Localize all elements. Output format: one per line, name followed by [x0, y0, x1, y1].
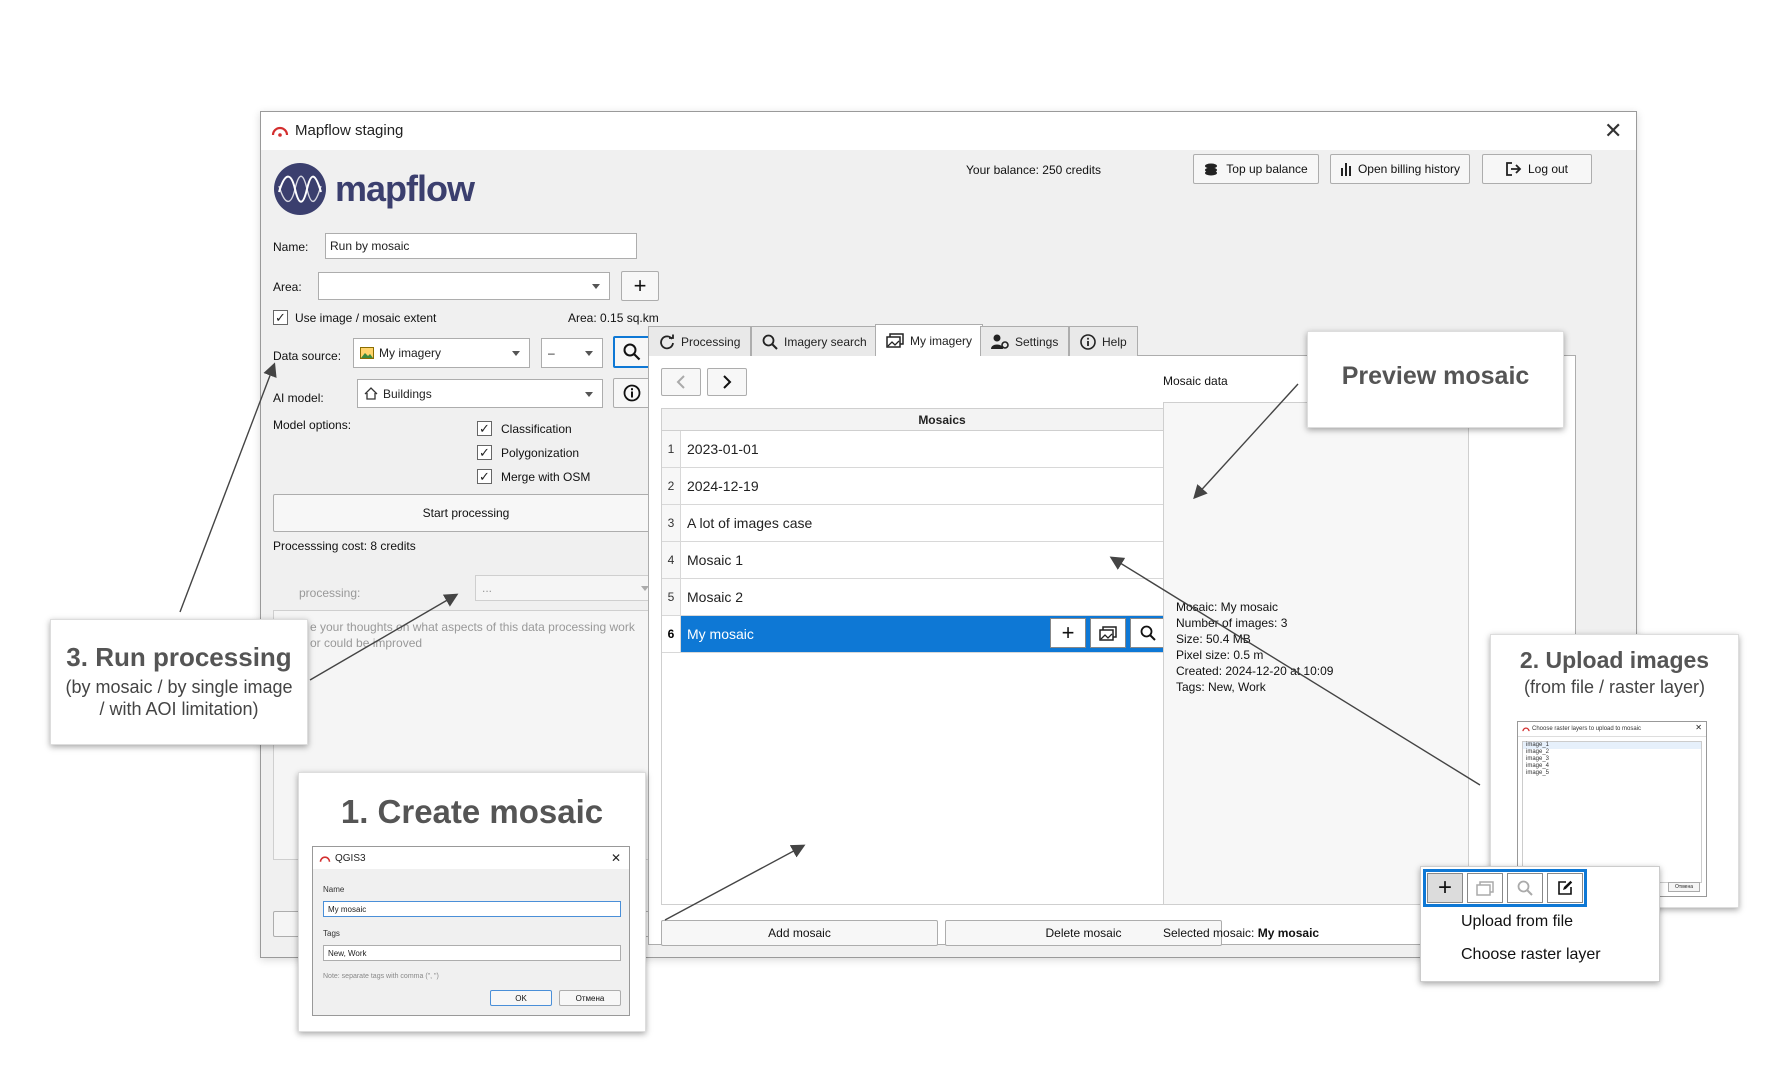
raster-layer-list: image_1 image_2 image_3 image_4 image_5 — [1522, 741, 1702, 883]
dialog-cancel-label: Отмена — [575, 993, 605, 1003]
choose-raster-title-bar: Choose raster layers to upload to mosaic… — [1518, 722, 1706, 737]
choose-raster-title: Choose raster layers to upload to mosaic — [1532, 726, 1642, 732]
callout-upload-sub: (from file / raster layer) — [1523, 677, 1706, 697]
dialog-note: Note: separate tags with comma (", ") — [323, 973, 439, 980]
callout-preview-mosaic: Preview mosaic — [1307, 331, 1564, 428]
choose-raster-cancel-button[interactable]: Отмена — [1668, 882, 1700, 892]
plus-icon: + — [1437, 874, 1452, 901]
dialog-ok-button[interactable]: OK — [490, 990, 552, 1006]
edit-mosaic-button[interactable] — [1547, 873, 1583, 903]
dialog-tags-input[interactable]: New, Work — [323, 945, 621, 961]
dialog-tags-label: Tags — [323, 929, 340, 938]
upload-images-button[interactable]: + — [1427, 873, 1463, 903]
close-icon[interactable]: ✕ — [1695, 723, 1702, 732]
callout-upload-title: 2. Upload images — [1519, 647, 1710, 673]
callout-create-mosaic: 1. Create mosaic QGIS3 ✕ Name My mosaic … — [298, 772, 646, 1032]
callout-run-title: 3. Run processing — [66, 642, 292, 672]
callout-preview-title: Preview mosaic — [1341, 362, 1530, 390]
dialog-name-input[interactable]: My mosaic — [323, 901, 621, 917]
dialog-title: QGIS3 — [335, 852, 366, 864]
callout-create-title: 1. Create mosaic — [340, 793, 604, 830]
preview-image-button[interactable] — [1467, 873, 1503, 903]
menu-item-upload-from-file[interactable]: Upload from file — [1461, 913, 1573, 931]
close-icon[interactable]: ✕ — [611, 851, 621, 865]
mapflow-app-icon — [1522, 726, 1530, 732]
list-item[interactable]: image_4 — [1523, 763, 1701, 770]
menu-item-choose-raster-layer[interactable]: Choose raster layer — [1461, 946, 1601, 964]
images-icon — [1476, 880, 1494, 896]
upload-menu: + Upload from file Choose raster layer — [1420, 866, 1660, 982]
search-icon — [1517, 880, 1533, 896]
callout-run-sub-2: / with AOI limitation) — [99, 699, 259, 719]
callout-run-processing: 3. Run processing (by mosaic / by single… — [50, 619, 308, 745]
list-item[interactable]: image_3 — [1523, 756, 1701, 763]
dialog-ok-label: OK — [515, 993, 527, 1003]
list-item[interactable]: image_1 — [1523, 742, 1701, 749]
mapflow-app-icon — [319, 854, 331, 863]
callout-run-sub-1: (by mosaic / by single image — [65, 677, 293, 697]
create-mosaic-dialog: QGIS3 ✕ Name My mosaic Tags New, Work No… — [312, 846, 630, 1016]
preview-mosaic-button[interactable] — [1507, 873, 1543, 903]
dialog-name-label: Name — [323, 885, 345, 894]
edit-icon — [1557, 880, 1573, 896]
upload-menu-buttons: + — [1423, 869, 1587, 907]
list-item[interactable]: image_5 — [1523, 770, 1701, 777]
dialog-title-bar: QGIS3 ✕ — [313, 847, 629, 869]
dialog-cancel-button[interactable]: Отмена — [559, 990, 621, 1006]
list-item[interactable]: image_2 — [1523, 749, 1701, 756]
